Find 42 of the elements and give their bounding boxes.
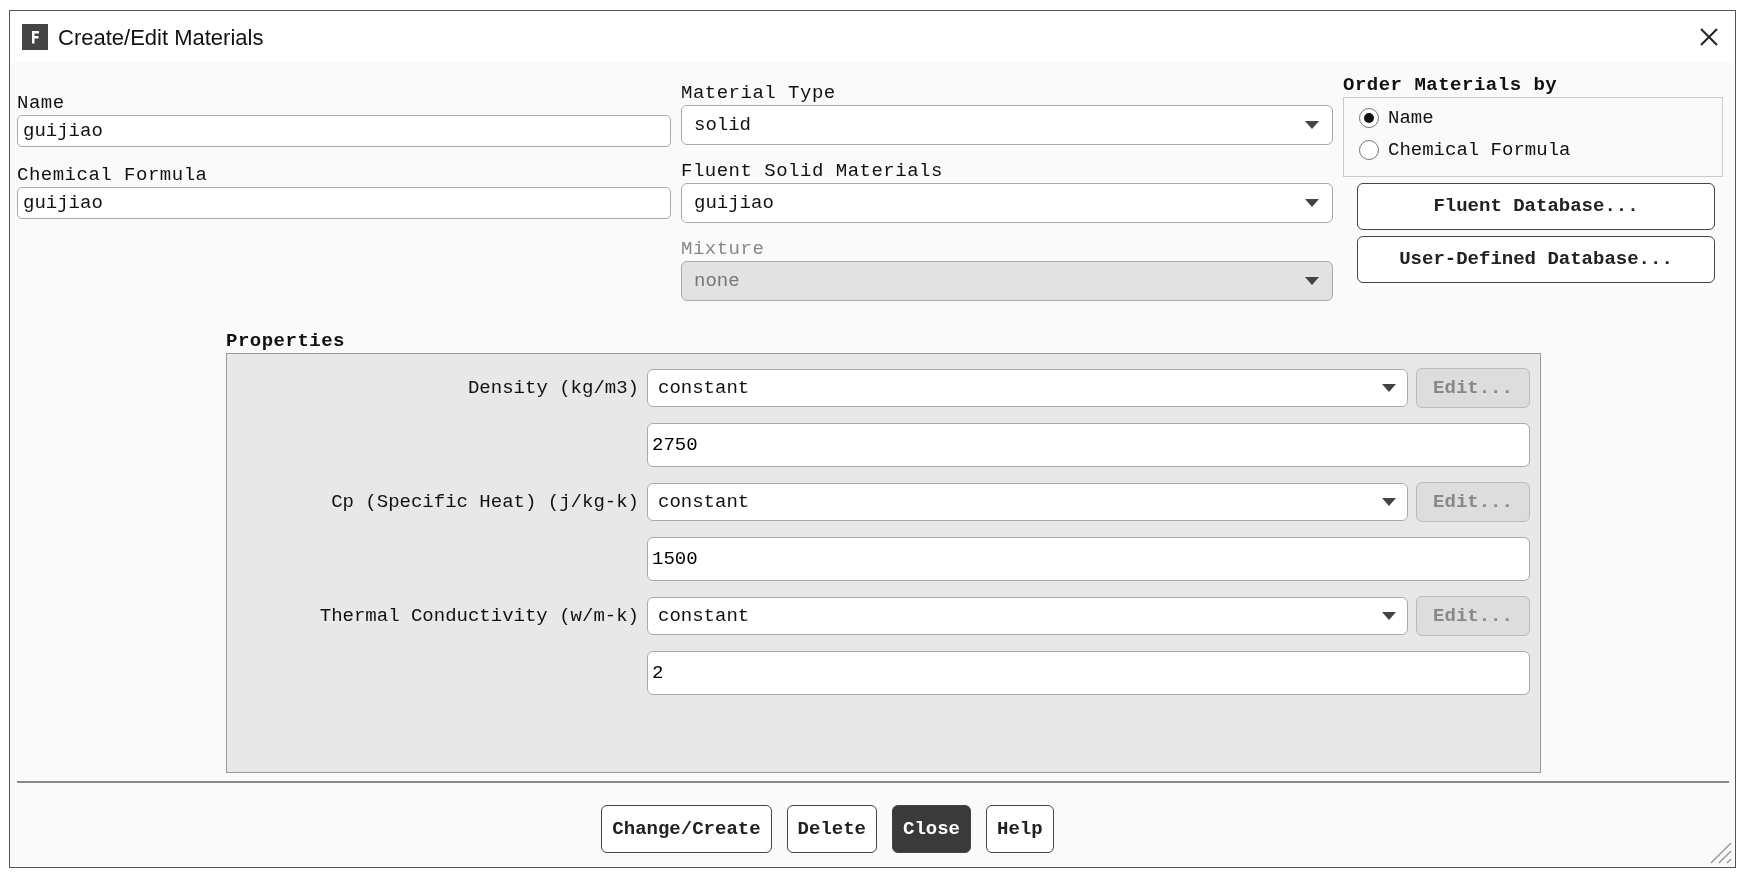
dropdown-label: Material Type — [681, 81, 837, 105]
edit-button: Edit... — [1416, 482, 1530, 522]
window-title: Create/Edit Materials — [58, 23, 264, 52]
method-dropdown[interactable]: constant — [647, 597, 1408, 635]
dropdown[interactable]: solid — [681, 105, 1333, 145]
radio-button[interactable] — [1358, 139, 1380, 161]
field-label: Name — [17, 91, 66, 115]
radio-label[interactable]: Name — [1388, 102, 1434, 134]
property-label: Cp (Specific Heat) (j/kg-k) — [330, 489, 639, 515]
value-field[interactable]: 1500 — [647, 537, 1530, 581]
radio-label[interactable]: Chemical Formula — [1388, 134, 1571, 166]
section-label: Properties — [226, 329, 347, 353]
text-field[interactable]: guijiao — [17, 115, 671, 147]
value-field[interactable]: 2 — [647, 651, 1530, 695]
dropdown-arrow-icon — [1304, 120, 1320, 130]
method-dropdown[interactable]: constant — [647, 483, 1408, 521]
property-label: Thermal Conductivity (w/m-k) — [318, 603, 639, 629]
dropdown-label: Mixture — [681, 237, 766, 261]
dropdown-label: Fluent Solid Materials — [681, 159, 944, 183]
dialog-button[interactable]: Change/Create — [601, 805, 772, 853]
property-label: Density (kg/m3) — [466, 375, 639, 401]
edit-button: Edit... — [1416, 368, 1530, 408]
dropdown: none — [681, 261, 1333, 301]
database-button[interactable]: Fluent Database... — [1357, 183, 1715, 230]
dropdown-arrow-icon — [1381, 611, 1397, 621]
database-button[interactable]: User-Defined Database... — [1357, 236, 1715, 283]
edit-button: Edit... — [1416, 596, 1530, 636]
dropdown-arrow-icon — [1381, 497, 1397, 507]
dropdown-arrow-icon — [1381, 383, 1397, 393]
dropdown-arrow-icon — [1304, 198, 1320, 208]
text-field[interactable]: guijiao — [17, 187, 671, 219]
value-field[interactable]: 2750 — [647, 423, 1530, 467]
dialog-button[interactable]: Close — [892, 805, 972, 853]
group-label: Order Materials by — [1343, 73, 1559, 97]
dropdown-arrow-icon — [1304, 276, 1320, 286]
dialog-button[interactable]: Delete — [786, 805, 877, 853]
field-label: Chemical Formula — [17, 163, 209, 187]
radio-button[interactable] — [1358, 107, 1380, 129]
method-dropdown[interactable]: constant — [647, 369, 1408, 407]
dropdown[interactable]: guijiao — [681, 183, 1333, 223]
app-icon — [22, 23, 48, 50]
dialog-button[interactable]: Help — [986, 805, 1054, 853]
